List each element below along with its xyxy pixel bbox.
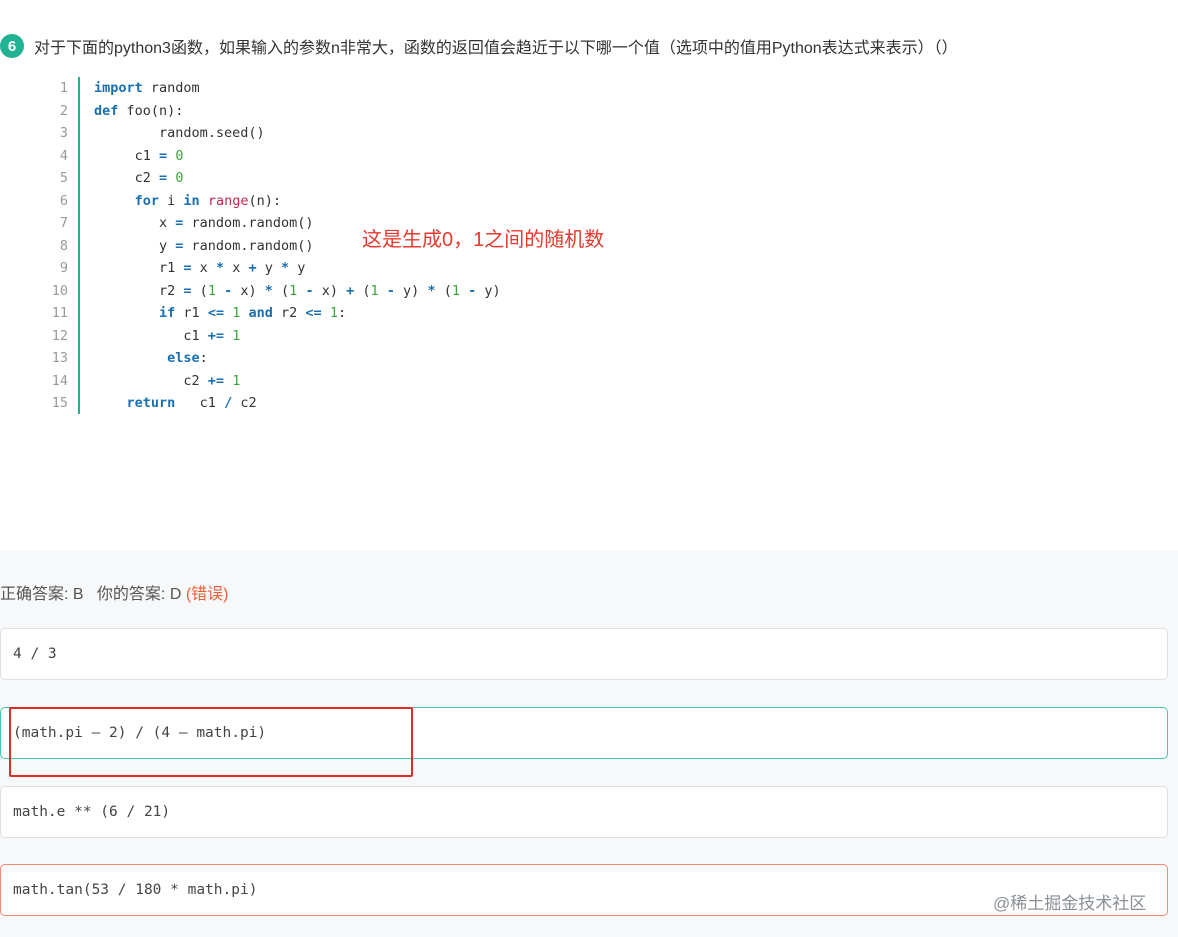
page: 6 对于下面的python3函数，如果输入的参数n非常大，函数的返回值会趋近于以…	[0, 0, 1178, 937]
code-line: 9 r1 = x * x + y * y	[40, 257, 640, 280]
code-gutter-bar	[78, 77, 80, 414]
question-number-badge: 6	[0, 34, 24, 58]
line-number: 14	[51, 372, 68, 389]
code-line: 11 if r1 <= 1 and r2 <= 1:	[40, 302, 640, 325]
code-line: 13 else:	[40, 347, 640, 370]
line-number: 10	[51, 282, 68, 299]
line-number: 8	[59, 237, 68, 254]
code-line: 4 c1 = 0	[40, 145, 640, 168]
line-number: 2	[59, 102, 68, 119]
code-line: 15 return c1 / c2	[40, 392, 640, 415]
line-number: 6	[59, 192, 68, 209]
line-number: 15	[51, 395, 68, 412]
line-number: 3	[59, 125, 68, 142]
line-number: 5	[59, 170, 68, 187]
answer-status: (错误)	[185, 586, 229, 603]
code-annotation: 这是生成0，1之间的随机数	[362, 229, 605, 251]
code-line: 10 r2 = (1 - x) * (1 - x) + (1 - y) * (1…	[40, 280, 640, 303]
question-header: 6 对于下面的python3函数，如果输入的参数n非常大，函数的返回值会趋近于以…	[0, 32, 958, 60]
highlight-box	[9, 707, 413, 777]
line-number: 13	[51, 350, 68, 367]
option-text: math.e ** (6 / 21)	[13, 804, 171, 820]
option-a[interactable]: 4 / 3	[0, 628, 1168, 680]
code-line: 2 def foo(n):	[40, 100, 640, 123]
option-c[interactable]: math.e ** (6 / 21)	[0, 786, 1168, 838]
code-line: 6 for i in range(n):	[40, 190, 640, 213]
line-number: 9	[59, 260, 68, 277]
line-number: 4	[59, 147, 68, 164]
answer-summary: 正确答案: B 你的答案: D (错误)	[0, 580, 229, 604]
line-number: 11	[51, 305, 68, 322]
code-line: 12 c1 += 1	[40, 325, 640, 348]
your-answer-label: 你的答案: D	[96, 586, 182, 603]
question-text: 对于下面的python3函数，如果输入的参数n非常大，函数的返回值会趋近于以下哪…	[34, 40, 958, 57]
code-line: 1 import random	[40, 77, 640, 100]
watermark: @稀土掘金技术社区	[993, 894, 1147, 913]
code-line: 14 c2 += 1	[40, 370, 640, 393]
option-text: 4 / 3	[13, 646, 57, 662]
code-line: 5 c2 = 0	[40, 167, 640, 190]
line-number: 7	[59, 215, 68, 232]
line-number: 12	[51, 327, 68, 344]
code-line: 3 random.seed()	[40, 122, 640, 145]
correct-answer-label: 正确答案: B	[0, 586, 84, 603]
option-text: math.tan(53 / 180 * math.pi)	[13, 882, 258, 898]
line-number: 1	[59, 80, 68, 97]
